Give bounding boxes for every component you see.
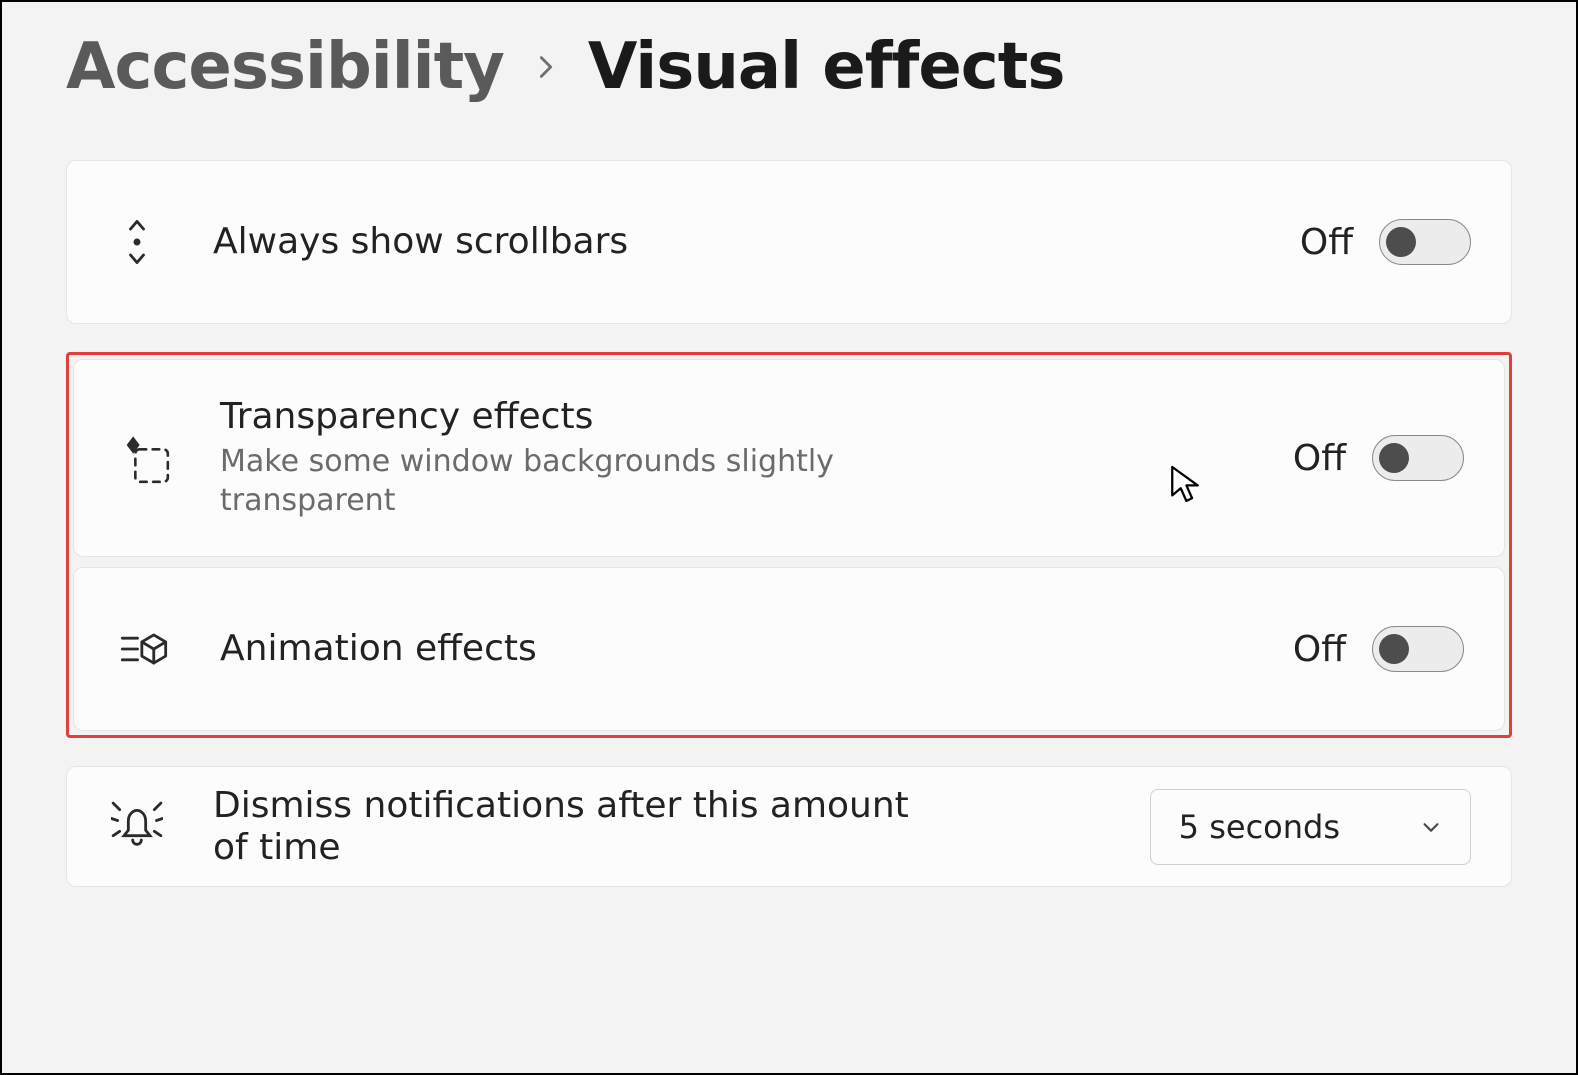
chevron-down-icon [1420, 816, 1442, 838]
animation-icon [114, 623, 174, 675]
dismiss-time-select[interactable]: 5 seconds [1150, 789, 1471, 865]
toggle-animation-effects[interactable] [1372, 626, 1464, 672]
setting-title: Always show scrollbars [213, 221, 1254, 262]
toggle-transparency-effects[interactable] [1372, 435, 1464, 481]
breadcrumb-parent[interactable]: Accessibility [66, 30, 504, 104]
setting-title: Animation effects [220, 628, 1247, 669]
toggle-state-label: Off [1293, 438, 1346, 479]
select-value: 5 seconds [1179, 808, 1340, 846]
scrollbar-icon [107, 216, 167, 268]
highlighted-group: Transparency effects Make some window ba… [66, 352, 1512, 738]
setting-always-show-scrollbars: Always show scrollbars Off [66, 160, 1512, 324]
toggle-knob [1379, 443, 1409, 473]
toggle-state-label: Off [1293, 629, 1346, 670]
toggle-state-label: Off [1300, 222, 1353, 263]
breadcrumb: Accessibility Visual effects [66, 30, 1512, 104]
chevron-right-icon [532, 53, 560, 81]
toggle-knob [1379, 634, 1409, 664]
settings-list: Always show scrollbars Off Transparenc [66, 160, 1512, 887]
setting-dismiss-notifications: Dismiss notifications after this amount … [66, 766, 1512, 887]
setting-title: Transparency effects [220, 396, 1247, 437]
page-title: Visual effects [588, 30, 1065, 104]
toggle-knob [1386, 227, 1416, 257]
setting-animation-effects: Animation effects Off [73, 567, 1505, 731]
transparency-icon [114, 432, 174, 484]
setting-transparency-effects: Transparency effects Make some window ba… [73, 359, 1505, 557]
notification-icon [107, 801, 167, 853]
setting-title: Dismiss notifications after this amount … [213, 785, 933, 868]
toggle-always-show-scrollbars[interactable] [1379, 219, 1471, 265]
setting-description: Make some window backgrounds slightly tr… [220, 443, 860, 520]
